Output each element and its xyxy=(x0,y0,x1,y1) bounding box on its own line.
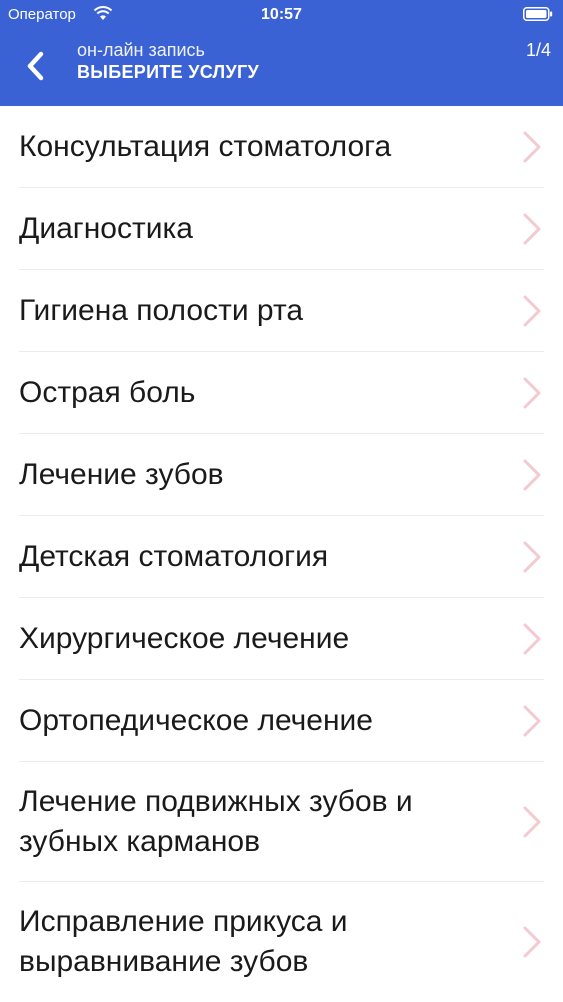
service-label: Лечение зубов xyxy=(19,458,224,491)
service-item-orthopedic[interactable]: Ортопедическое лечение xyxy=(0,680,563,762)
battery-icon xyxy=(523,7,553,21)
chevron-right-icon xyxy=(523,459,541,491)
service-item-periodontal[interactable]: Лечение подвижных зубов и зубных кармано… xyxy=(0,762,563,882)
service-label: Лечение подвижных зубов и зубных кармано… xyxy=(19,785,413,858)
clock: 10:57 xyxy=(261,6,302,23)
service-item-oral-hygiene[interactable]: Гигиена полости рта xyxy=(0,270,563,352)
chevron-right-icon xyxy=(523,541,541,573)
nav-bar: он-лайн запись ВЫБЕРИТЕ УСЛУГУ 1/4 xyxy=(0,30,563,106)
service-label: Исправление прикуса и выравнивание зубов xyxy=(19,905,348,978)
chevron-left-icon xyxy=(27,51,44,81)
app-header: Оператор 10:57 он-лайн запись ВЫБЕРИТЕ У… xyxy=(0,0,563,106)
service-label: Хирургическое лечение xyxy=(19,622,350,655)
service-label: Диагностика xyxy=(19,212,193,245)
service-item-acute-pain[interactable]: Острая боль xyxy=(0,352,563,434)
chevron-right-icon xyxy=(523,623,541,655)
page-subtitle: он-лайн запись xyxy=(77,40,205,60)
service-label: Гигиена полости рта xyxy=(19,294,304,327)
chevron-right-icon xyxy=(523,213,541,245)
service-item-consultation[interactable]: Консультация стоматолога xyxy=(0,106,563,188)
step-indicator: 1/4 xyxy=(525,40,551,60)
service-label: Консультация стоматолога xyxy=(19,130,392,163)
chevron-right-icon xyxy=(523,705,541,737)
service-item-dental-treatment[interactable]: Лечение зубов xyxy=(0,434,563,516)
chevron-right-icon xyxy=(523,806,541,838)
service-list: Консультация стоматолога Диагностика Гиг… xyxy=(0,106,563,1002)
status-bar: Оператор 10:57 xyxy=(0,0,563,30)
chevron-right-icon xyxy=(523,926,541,958)
service-label: Острая боль xyxy=(19,376,196,409)
service-item-bite-correction[interactable]: Исправление прикуса и выравнивание зубов xyxy=(0,882,563,1002)
page-title: ВЫБЕРИТЕ УСЛУГУ xyxy=(77,62,259,82)
back-button[interactable] xyxy=(20,40,64,88)
service-item-pediatric[interactable]: Детская стоматология xyxy=(0,516,563,598)
chevron-right-icon xyxy=(523,295,541,327)
service-label: Детская стоматология xyxy=(19,540,329,573)
chevron-right-icon xyxy=(523,377,541,409)
service-item-diagnostics[interactable]: Диагностика xyxy=(0,188,563,270)
service-label: Ортопедическое лечение xyxy=(19,704,373,737)
service-item-surgery[interactable]: Хирургическое лечение xyxy=(0,598,563,680)
chevron-right-icon xyxy=(523,131,541,163)
